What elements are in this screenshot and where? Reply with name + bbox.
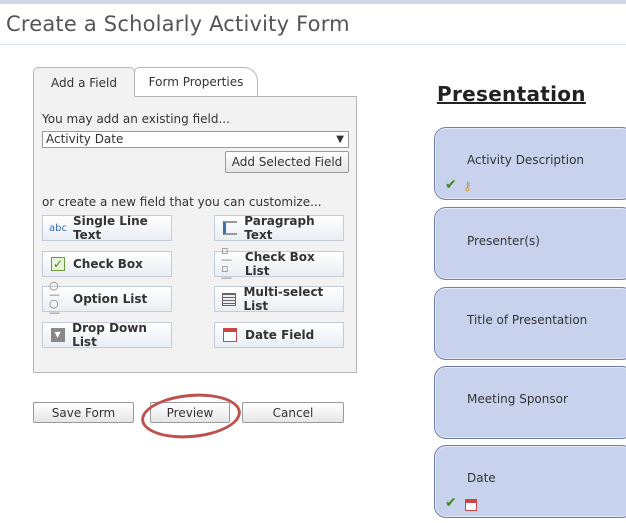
dropdown-arrow-icon: ▼ [336, 134, 344, 145]
title-divider [0, 44, 626, 45]
required-check-icon: ✔ [445, 177, 457, 193]
date-field-label: Date Field [245, 328, 315, 342]
date-field-button[interactable]: Date Field [214, 322, 344, 348]
paragraph-text-button[interactable]: Paragraph Text [214, 214, 344, 242]
existing-field-select[interactable]: Activity Date ▼ [42, 131, 349, 148]
new-field-label: or create a new field that you can custo… [42, 195, 322, 209]
select-value: Activity Date [46, 132, 124, 146]
option-list-label: Option List [73, 292, 148, 306]
card-label: Title of Presentation [467, 313, 588, 327]
check-box-list-button[interactable]: ▫— ▫— Check Box List [214, 244, 344, 284]
calendar-icon [465, 499, 477, 511]
card-label: Meeting Sponsor [467, 392, 568, 406]
save-form-button[interactable]: Save Form [33, 402, 134, 423]
top-border [0, 0, 626, 4]
single-line-text-button[interactable]: abc Single Line Text [42, 214, 172, 242]
calendar-icon [221, 327, 239, 343]
preview-card-title-of-presentation[interactable]: Title of Presentation [434, 287, 626, 360]
preview-heading: Presentation [437, 82, 586, 106]
drop-down-list-button[interactable]: ▼ Drop Down List [42, 321, 172, 349]
preview-card-activity-description[interactable]: Activity Description ✔ ⚷ [434, 127, 626, 200]
required-check-icon: ✔ [445, 495, 457, 511]
dropdown-icon: ▼ [49, 327, 66, 343]
tab-form-properties[interactable]: Form Properties [134, 67, 258, 96]
multi-select-list-button[interactable]: Multi-select List [214, 285, 344, 313]
preview-card-presenters[interactable]: Presenter(s) [434, 207, 626, 280]
preview-card-meeting-sponsor[interactable]: Meeting Sponsor [434, 366, 626, 439]
checkbox-icon: ✓ [51, 257, 65, 271]
card-label: Presenter(s) [467, 234, 540, 248]
checkbox-list-icon: ▫— ▫— [221, 244, 232, 284]
paragraph-text-label: Paragraph Text [244, 214, 315, 242]
check-box-list-label: Check Box List [244, 250, 315, 278]
option-list-icon: ○— ○— [49, 279, 60, 319]
preview-card-date[interactable]: Date ✔ [434, 445, 626, 518]
highlight-circle [139, 389, 243, 443]
existing-field-label: You may add an existing field... [42, 112, 230, 126]
abc-icon: abc [49, 222, 67, 234]
add-selected-field-button[interactable]: Add Selected Field [225, 151, 349, 173]
option-list-button[interactable]: ○— ○— Option List [42, 279, 172, 319]
tab-add-field[interactable]: Add a Field [33, 67, 135, 97]
check-box-label: Check Box [73, 257, 143, 271]
key-icon: ⚷ [463, 179, 472, 193]
card-label: Activity Description [467, 153, 585, 167]
drop-down-list-label: Drop Down List [72, 321, 147, 349]
multiselect-icon [221, 291, 237, 307]
single-line-text-label: Single Line Text [72, 214, 148, 242]
cancel-button[interactable]: Cancel [242, 402, 344, 423]
page-title: Create a Scholarly Activity Form [6, 12, 350, 36]
multi-select-list-label: Multi-select List [243, 285, 324, 313]
card-label: Date [467, 471, 496, 485]
paragraph-icon [221, 220, 238, 236]
check-box-button[interactable]: ✓ Check Box [42, 251, 172, 277]
